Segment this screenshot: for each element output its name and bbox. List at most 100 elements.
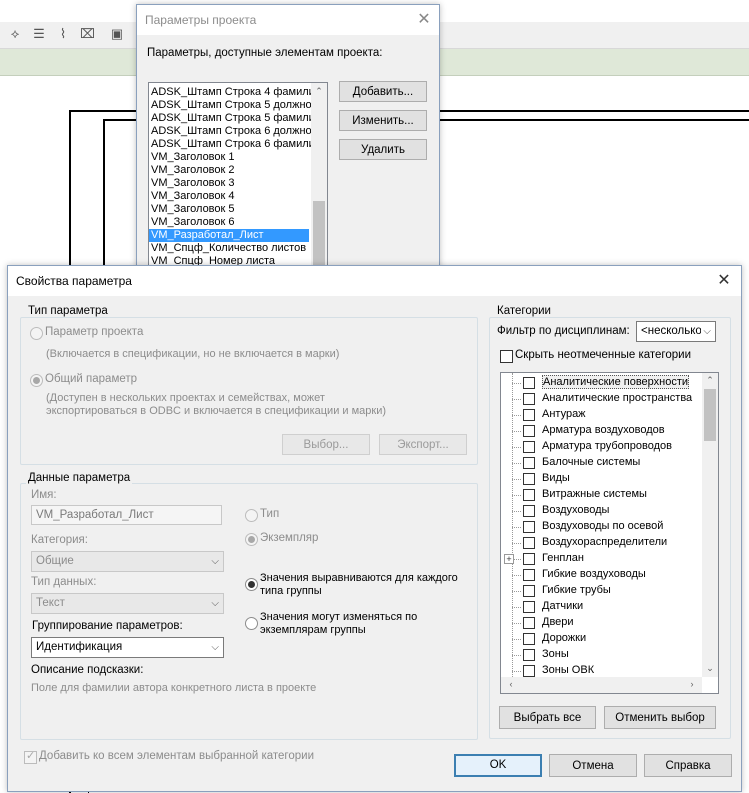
category-item[interactable]: Виды	[501, 471, 701, 487]
clear-selection-button[interactable]: Отменить выбор	[604, 706, 716, 729]
params-list-item[interactable]: ADSK_Штамп Строка 6 должнос	[149, 125, 317, 138]
params-scrollbar[interactable]: ⌃	[311, 83, 327, 283]
hide-unchecked-checkbox[interactable]	[500, 350, 513, 363]
category-item[interactable]: Гибкие трубы	[501, 583, 701, 599]
params-list-item[interactable]: ADSK_Штамп Строка 4 фамилия	[149, 86, 321, 99]
tree-connector	[512, 495, 521, 496]
categories-vscroll[interactable]: ⌃ ⌄	[702, 373, 718, 677]
check-icon: ✓	[26, 750, 36, 762]
name-input[interactable]: VM_Разработал_Лист	[31, 505, 222, 525]
filter-select[interactable]: <несколько> ⌵	[636, 321, 716, 342]
params-list[interactable]: ADSK_Штамп Строка 4 фамилия ADSK_Штамп Ст…	[148, 82, 328, 284]
scroll-up-icon[interactable]: ⌃	[702, 375, 718, 386]
datatype-select[interactable]: Текст ⌵	[31, 593, 224, 614]
category-item[interactable]: Воздуховоды по осевой	[501, 519, 701, 535]
params-list-item[interactable]: VM_Заголовок 1	[149, 151, 309, 164]
category-checkbox[interactable]	[523, 521, 535, 533]
scroll-left-icon[interactable]: ‹	[503, 679, 519, 689]
category-checkbox[interactable]	[523, 489, 535, 501]
category-checkbox[interactable]	[523, 569, 535, 581]
params-list-item[interactable]: ADSK_Штамп Строка 6 фамилия	[149, 138, 321, 151]
trim-icon[interactable]: ⌧	[80, 27, 95, 41]
category-checkbox[interactable]	[523, 393, 535, 405]
category-checkbox[interactable]	[523, 585, 535, 597]
category-item[interactable]: Дорожки	[501, 631, 701, 647]
category-checkbox[interactable]	[523, 505, 535, 517]
category-item[interactable]: Зоны	[501, 647, 701, 663]
category-select[interactable]: Общие ⌵	[31, 551, 224, 572]
vary-radio[interactable]	[245, 617, 258, 630]
cancel-button[interactable]: Отмена	[549, 754, 637, 777]
category-checkbox[interactable]	[523, 633, 535, 645]
category-checkbox[interactable]	[523, 377, 535, 389]
params-list-item[interactable]: VM_Заголовок 2	[149, 164, 309, 177]
expand-icon[interactable]: +	[504, 554, 514, 564]
edit-button[interactable]: Изменить...	[339, 110, 427, 131]
close-icon[interactable]: ✕	[713, 270, 735, 292]
scroll-thumb[interactable]	[313, 201, 325, 271]
category-item[interactable]: Аналитические пространства	[501, 391, 701, 407]
category-item[interactable]: Воздухораспределители	[501, 535, 701, 551]
ok-button[interactable]: OK	[454, 754, 542, 777]
category-label: Витражные системы	[542, 488, 647, 500]
params-list-item[interactable]: VM_Заголовок 4	[149, 190, 309, 203]
tool-icon[interactable]: ⟡	[8, 27, 22, 41]
categories-hscroll[interactable]: ‹ ›	[501, 677, 702, 693]
delete-button[interactable]: Удалить	[339, 139, 427, 160]
category-label: Аналитические пространства	[542, 392, 693, 404]
category-checkbox[interactable]	[523, 601, 535, 613]
category-checkbox[interactable]	[523, 473, 535, 485]
params-list-item[interactable]: VM_Заголовок 3	[149, 177, 309, 190]
scroll-thumb[interactable]	[704, 389, 716, 441]
params-list-item[interactable]: ADSK_Штамп Строка 5 фамилия	[149, 112, 321, 125]
category-item[interactable]: Балочные системы	[501, 455, 701, 471]
scroll-up-icon[interactable]: ⌃	[311, 86, 327, 97]
paste-icon[interactable]: ▣	[110, 27, 124, 41]
params-list-item[interactable]: VM_Разработал_Лист	[149, 229, 309, 242]
scroll-down-icon[interactable]: ⌄	[702, 663, 718, 674]
export-button[interactable]: Экспорт...	[379, 434, 467, 455]
add-button[interactable]: Добавить...	[339, 81, 427, 102]
project-param-radio[interactable]	[30, 327, 43, 340]
tooltip-value[interactable]: Поле для фамилии автора конкретного лист…	[31, 682, 316, 694]
type-radio[interactable]	[245, 509, 258, 522]
select-all-button[interactable]: Выбрать все	[499, 706, 596, 729]
grouping-select[interactable]: Идентификация ⌵	[31, 637, 224, 658]
params-list-item[interactable]: VM_Заголовок 6	[149, 216, 309, 229]
category-checkbox[interactable]	[523, 665, 535, 677]
add-all-checkbox[interactable]: ✓	[24, 750, 37, 764]
tree-connector	[512, 415, 521, 416]
select-button[interactable]: Выбор...	[282, 434, 370, 455]
category-checkbox[interactable]	[523, 537, 535, 549]
category-item[interactable]: Арматура воздуховодов	[501, 423, 701, 439]
instance-radio[interactable]	[245, 533, 258, 546]
category-item[interactable]: Двери	[501, 615, 701, 631]
category-checkbox[interactable]	[523, 617, 535, 629]
split-icon[interactable]: ⌇	[56, 27, 70, 41]
close-icon[interactable]: ✕	[413, 9, 435, 31]
category-item[interactable]: + Генплан	[501, 551, 701, 567]
category-checkbox[interactable]	[523, 409, 535, 421]
category-checkbox[interactable]	[523, 553, 535, 565]
category-label: Воздуховоды по осевой	[542, 520, 664, 532]
category-item[interactable]: Воздуховоды	[501, 503, 701, 519]
category-checkbox[interactable]	[523, 649, 535, 661]
shared-param-radio[interactable]	[30, 374, 43, 387]
help-button[interactable]: Справка	[644, 754, 732, 777]
params-list-item[interactable]: VM_Заголовок 5	[149, 203, 309, 216]
align-radio[interactable]	[245, 578, 258, 591]
category-checkbox[interactable]	[523, 425, 535, 437]
align-icon[interactable]: ☰	[32, 27, 46, 41]
category-item[interactable]: Датчики	[501, 599, 701, 615]
params-list-item[interactable]: VM_Спцф_Количество листов	[149, 242, 309, 255]
category-item[interactable]: Антураж	[501, 407, 701, 423]
category-item[interactable]: Витражные системы	[501, 487, 701, 503]
category-item[interactable]: Гибкие воздуховоды	[501, 567, 701, 583]
category-checkbox[interactable]	[523, 441, 535, 453]
params-list-item[interactable]: ADSK_Штамп Строка 5 должнос	[149, 99, 317, 112]
categories-tree[interactable]: Аналитические поверхности Аналитические п…	[500, 372, 719, 694]
scroll-right-icon[interactable]: ›	[684, 679, 700, 689]
category-item[interactable]: Аналитические поверхности	[501, 375, 701, 391]
category-item[interactable]: Арматура трубопроводов	[501, 439, 701, 455]
category-checkbox[interactable]	[523, 457, 535, 469]
